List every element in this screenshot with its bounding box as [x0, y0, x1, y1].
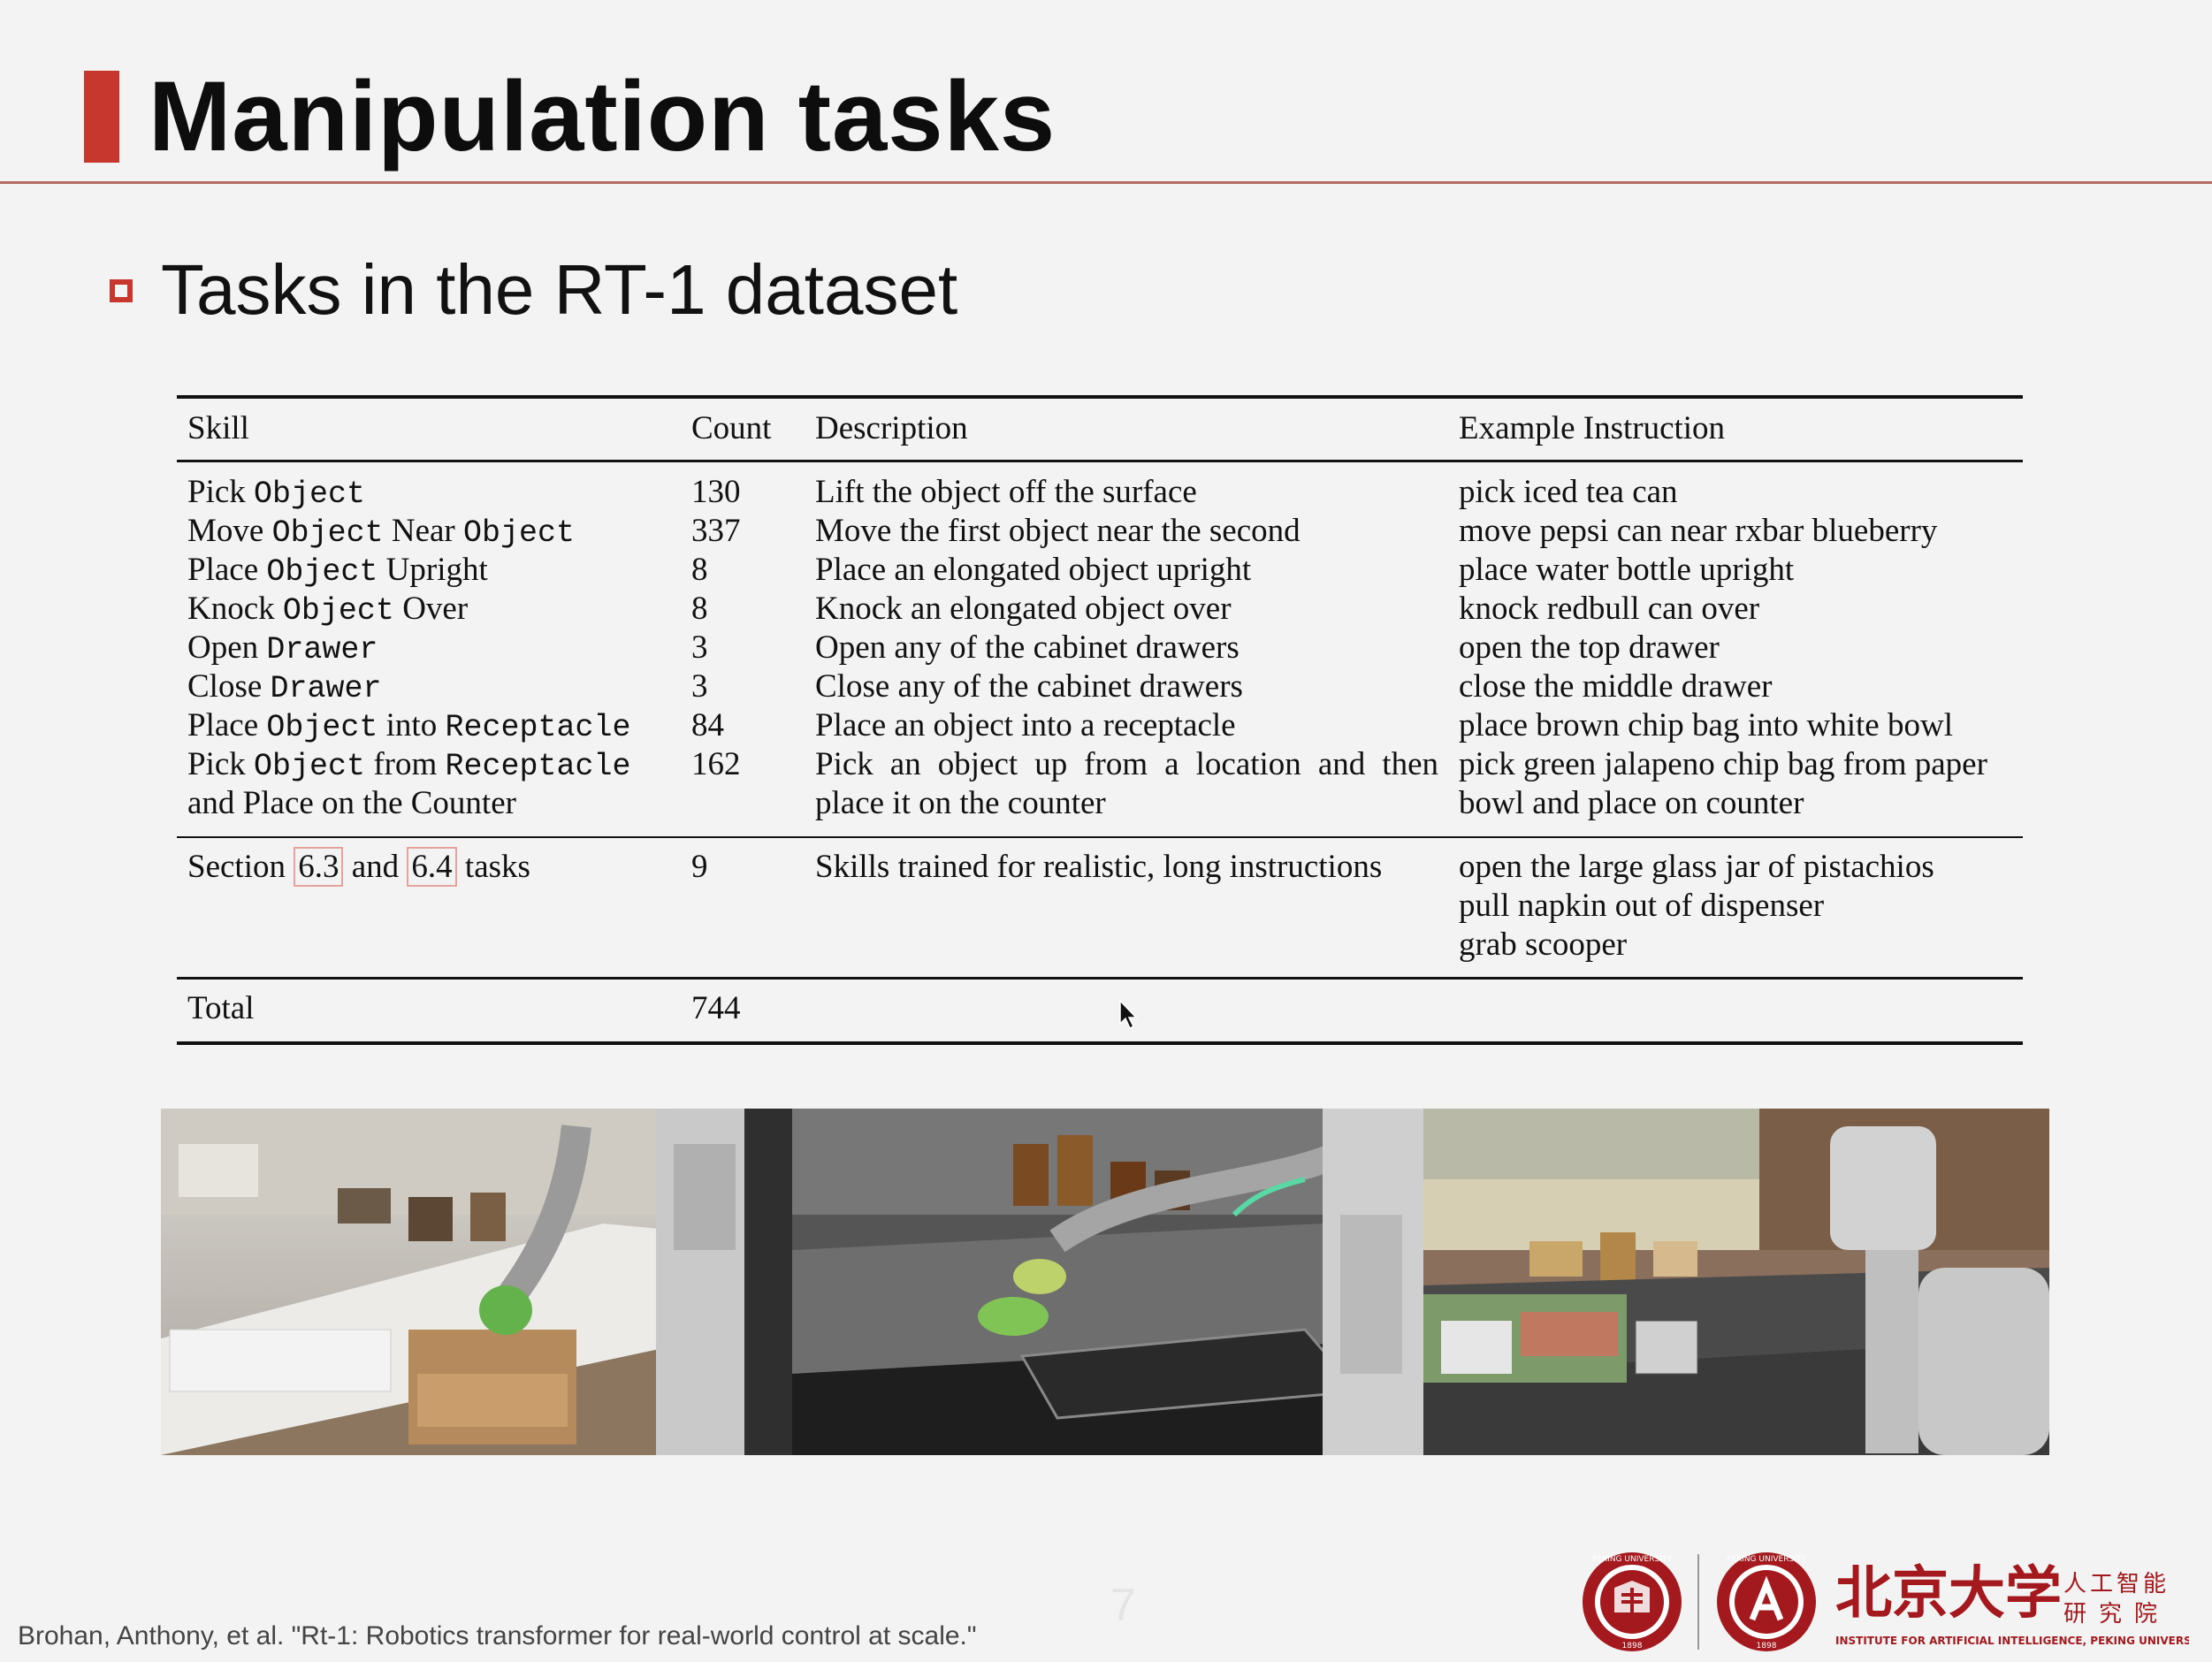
section-row-count: 9 — [691, 849, 708, 885]
section-row-example: open the large glass jar of pistachios — [1459, 849, 1934, 885]
table-row-skill: Open Drawer — [187, 629, 378, 667]
section-row-example: grab scooper — [1459, 926, 1628, 963]
total-count: 744 — [691, 990, 741, 1026]
institute-name-cn: 北京大学 — [1835, 1561, 2062, 1627]
table-row-skill: Knock Object Over — [187, 591, 469, 629]
table-row-skill: Move Object Near Object — [187, 513, 576, 551]
institute-name-cn-small: 人工智能 — [2063, 1571, 2170, 1597]
table-row-count: 8 — [691, 552, 708, 588]
table-row-count: 3 — [691, 668, 708, 705]
svg-text:PEKING UNIVERSITY: PEKING UNIVERSITY — [1592, 1555, 1672, 1564]
table-row-description: Close any of the cabinet drawers — [815, 668, 1243, 705]
table-row-example: move pepsi can near rxbar blueberry — [1459, 513, 1938, 549]
table-row-example: place brown chip bag into white bowl — [1459, 707, 1953, 743]
robot-photo-strip — [161, 1109, 2049, 1455]
section-row-description: Skills trained for realistic, long instr… — [815, 849, 1383, 885]
table-row-example: knock redbull can over — [1459, 591, 1760, 627]
table-row-skill: Pick Object from Receptacle — [187, 746, 631, 784]
citation: Brohan, Anthony, et al. "Rt-1: Robotics … — [18, 1621, 977, 1651]
table-row-count: 84 — [691, 707, 724, 743]
institute-name-cn-small: 研究院 — [2063, 1601, 2170, 1628]
table-row-count: 3 — [691, 629, 708, 666]
table-row-example: open the top drawer — [1459, 629, 1720, 666]
table-row-count: 162 — [691, 746, 741, 782]
table-row-example: pick green jalapeno chip bag from paper — [1459, 746, 1987, 782]
table-row-skill: Place Object Upright — [187, 552, 488, 590]
section-ref-link[interactable]: 6.4 — [407, 847, 457, 887]
institute-name-en: INSTITUTE FOR ARTIFICIAL INTELLIGENCE, P… — [1835, 1635, 2189, 1647]
header-count: Count — [691, 410, 772, 446]
table-row-count: 130 — [691, 474, 741, 510]
section-row-example: pull napkin out of dispenser — [1459, 888, 1825, 924]
header-description: Description — [815, 410, 968, 446]
title-accent-bar — [84, 71, 119, 163]
section-rule — [177, 836, 2023, 838]
table-row-description: Pick an object up from a location and th… — [815, 746, 1438, 782]
slide-title: Manipulation tasks — [149, 61, 1056, 172]
robot-drawer-photo — [792, 1109, 1423, 1455]
table-row-skill: Close Drawer — [187, 668, 382, 706]
table-row-description: Place an elongated object upright — [815, 552, 1252, 588]
section-row-skill: Section 6.3 and 6.4 tasks — [187, 847, 530, 887]
table-row-description: Knock an elongated object over — [815, 591, 1232, 627]
pku-seal-icon: PEKING UNIVERSITY 1898 — [1583, 1552, 1682, 1651]
table-row-description: Lift the object off the surface — [815, 474, 1197, 510]
robot-counter-photo — [1423, 1109, 2049, 1455]
svg-text:PEKING UNIVERSITY: PEKING UNIVERSITY — [1727, 1555, 1806, 1564]
title-bar: Manipulation tasks — [0, 0, 2212, 184]
table-row-count: 337 — [691, 513, 741, 549]
table-row-description: Place an object into a receptacle — [815, 707, 1236, 743]
table-row-skill-continued: and Place on the Counter — [187, 785, 516, 821]
slide-subtitle: Tasks in the RT-1 dataset — [161, 250, 958, 329]
table-row-description-continued: place it on the counter — [815, 785, 1106, 821]
header-rule — [177, 460, 2023, 462]
bullet-square-icon — [110, 279, 133, 302]
total-label: Total — [187, 990, 255, 1026]
mouse-cursor-icon — [1119, 999, 1138, 1030]
svg-text:1898: 1898 — [1757, 1642, 1777, 1651]
section-ref-link[interactable]: 6.3 — [294, 847, 344, 887]
table-row-skill: Pick Object — [187, 474, 366, 512]
pku-ai-seal-icon: PEKING UNIVERSITY 1898 — [1717, 1552, 1816, 1651]
header-skill: Skill — [187, 410, 249, 446]
page-number: 7 — [1110, 1580, 1136, 1631]
robot-kitchen-photo — [161, 1109, 792, 1455]
table-row-description: Move the first object near the second — [815, 513, 1301, 549]
total-rule — [177, 977, 2023, 980]
table-row-count: 8 — [691, 591, 708, 627]
table-row-example: pick iced tea can — [1459, 474, 1678, 510]
title-divider — [0, 181, 2212, 184]
table-top-rule — [177, 395, 2023, 399]
table-row-example: place water bottle upright — [1459, 552, 1795, 588]
table-row-example: close the middle drawer — [1459, 668, 1773, 705]
table-row-description: Open any of the cabinet drawers — [815, 629, 1239, 666]
table-row-example-continued: bowl and place on counter — [1459, 785, 1804, 821]
header-example: Example Instruction — [1459, 410, 1726, 446]
svg-text:1898: 1898 — [1622, 1642, 1643, 1651]
table-row-skill: Place Object into Receptacle — [187, 707, 631, 745]
pku-logos: PEKING UNIVERSITY 1898 PEKING UNIVERSITY… — [1583, 1552, 2189, 1651]
table-bottom-rule — [177, 1041, 2023, 1045]
